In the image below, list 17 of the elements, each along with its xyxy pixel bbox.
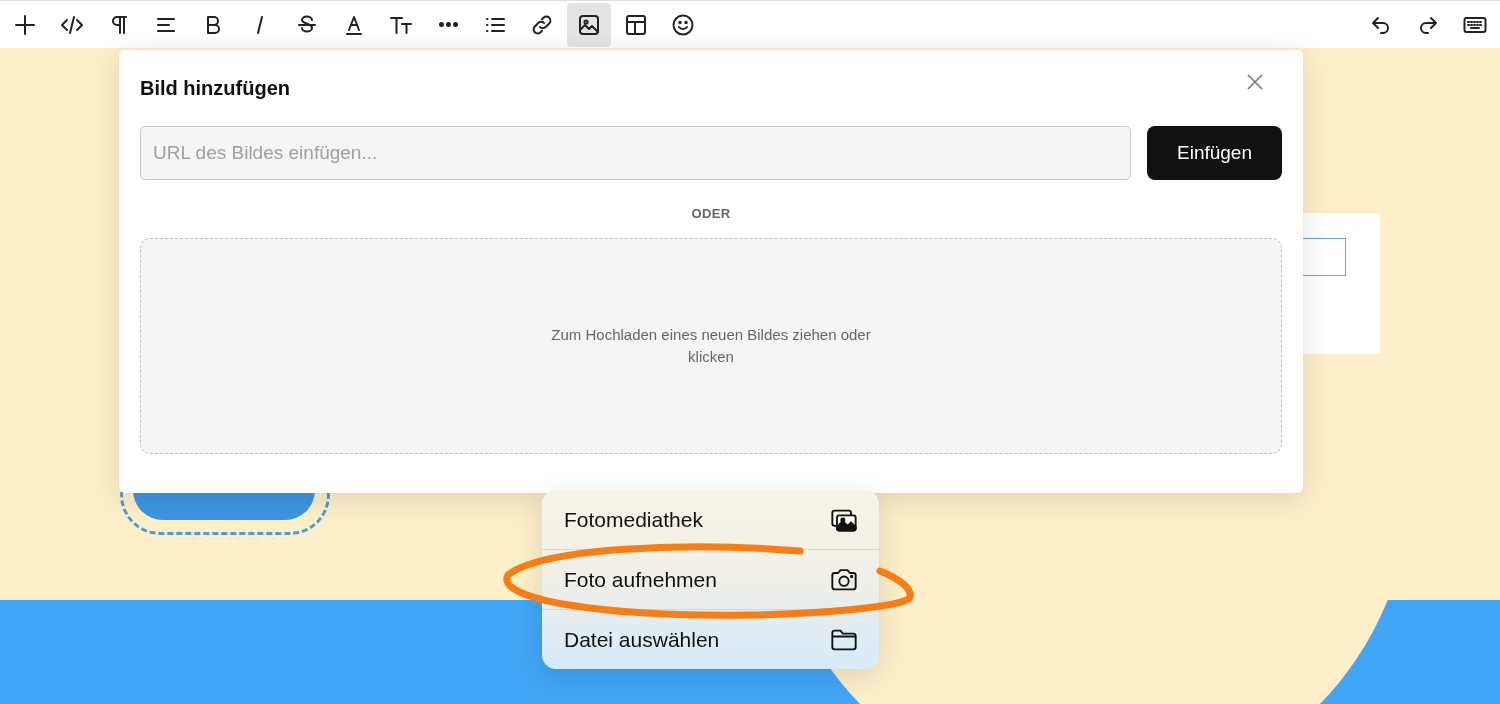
menu-item[interactable]: Foto aufnehmen bbox=[542, 549, 879, 609]
italic-icon bbox=[256, 15, 264, 34]
separator-label: ODER bbox=[690, 206, 732, 221]
image-icon bbox=[577, 12, 601, 37]
table-icon bbox=[624, 12, 648, 37]
more-icon bbox=[438, 22, 458, 27]
smiley-icon bbox=[671, 12, 695, 37]
dropzone[interactable]: Zum Hochladen eines neuen Bildes ziehen oder klicken bbox=[140, 238, 1282, 454]
image-button[interactable] bbox=[567, 2, 611, 47]
insert-button[interactable]: Einfügen bbox=[1147, 126, 1282, 180]
dialog-title: Bild hinzufügen bbox=[140, 77, 290, 100]
menu-item[interactable]: Datei auswählen bbox=[542, 609, 879, 669]
plus-icon bbox=[13, 12, 37, 37]
close-icon[interactable] bbox=[1246, 73, 1264, 91]
url-field[interactable]: URL des Bildes einfügen... bbox=[140, 126, 1131, 180]
menu-item[interactable]: Fotomediathek bbox=[542, 490, 879, 549]
dropzone-text: Zum Hochladen eines neuen Bildes ziehen oder klicken bbox=[550, 325, 872, 367]
